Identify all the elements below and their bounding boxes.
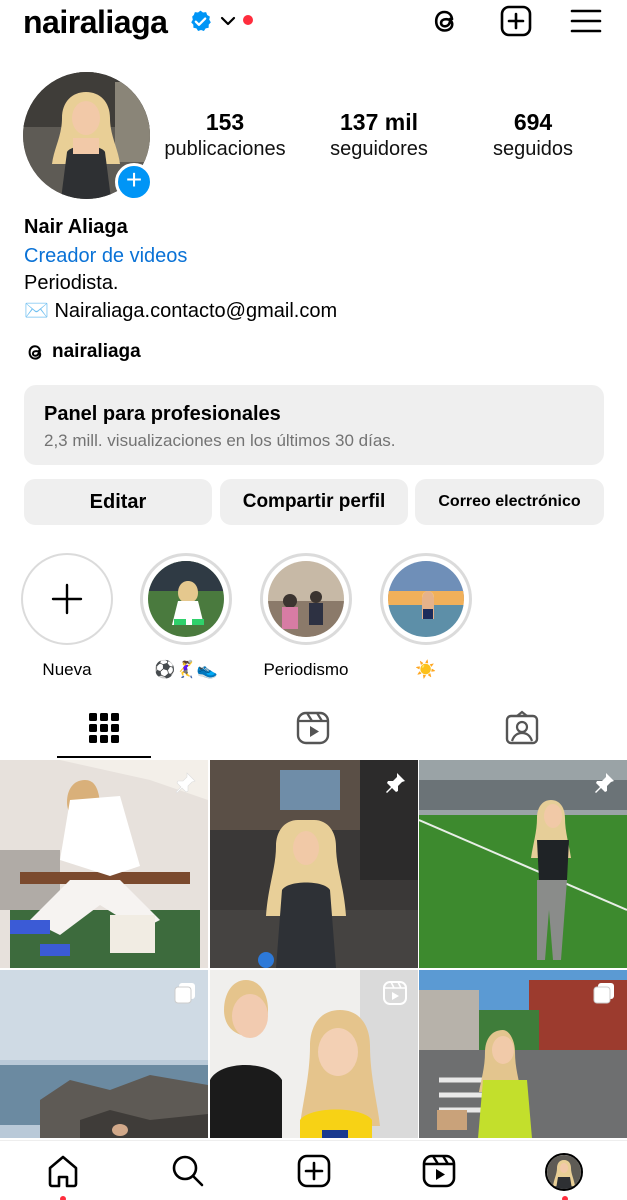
profile-avatar-tab[interactable] <box>545 1153 583 1191</box>
share-profile-button[interactable]: Compartir perfil <box>220 479 408 525</box>
profile-header: nairaliaga <box>0 0 627 50</box>
highlight-label: Nueva <box>42 660 92 679</box>
post-thumbnail[interactable] <box>0 760 208 968</box>
menu-icon[interactable] <box>569 4 603 38</box>
post-thumbnail[interactable] <box>419 970 627 1138</box>
highlight-label: ⚽️🤾‍♀️👟 <box>154 660 218 679</box>
posts-grid <box>0 760 627 1138</box>
post-thumbnail[interactable] <box>419 760 627 968</box>
bio-line-1: Periodista. <box>24 272 119 294</box>
professional-dashboard-title: Panel para profesionales <box>44 403 281 425</box>
profile-avatar-area[interactable]: + <box>23 72 153 201</box>
highlight-periodismo[interactable]: Periodismo <box>260 553 352 680</box>
profile-notification-dot <box>562 1196 568 1200</box>
search-icon[interactable] <box>170 1153 206 1189</box>
pin-icon <box>386 773 405 793</box>
highlight-sports[interactable]: ⚽️🤾‍♀️👟 <box>140 553 232 680</box>
pin-icon <box>175 772 196 794</box>
stat-posts-value: 153 <box>205 109 245 135</box>
pin-icon <box>595 773 614 793</box>
stat-following-label: seguidos <box>492 138 574 160</box>
home-icon[interactable] <box>45 1153 81 1189</box>
stat-followers[interactable]: 137 mil seguidores <box>318 108 440 162</box>
threads-small-icon <box>28 345 42 360</box>
chevron-down-icon[interactable] <box>219 13 237 29</box>
stat-following-value: 694 <box>513 109 553 135</box>
reel-icon <box>383 981 407 1005</box>
verified-badge-icon <box>191 10 211 31</box>
highlight-cover <box>388 561 464 637</box>
carousel-icon <box>593 983 614 1004</box>
bottom-navigation <box>0 1140 627 1200</box>
home-notification-dot <box>60 1196 66 1200</box>
profile-category[interactable]: Creador de videos <box>24 245 187 268</box>
post-thumbnail[interactable] <box>0 970 208 1138</box>
reels-icon[interactable] <box>421 1153 457 1189</box>
highlight-sun[interactable]: ☀️ <box>380 553 472 680</box>
highlight-cover <box>148 561 224 637</box>
professional-dashboard[interactable]: Panel para profesionales 2,3 mill. visua… <box>24 385 604 465</box>
plus-icon <box>51 583 83 615</box>
email-button[interactable]: Correo electrónico <box>415 479 604 525</box>
highlight-new[interactable]: Nueva <box>21 553 113 680</box>
profile-content-tabs <box>0 700 627 760</box>
threads-handle: nairaliaga <box>52 341 141 362</box>
create-icon[interactable] <box>296 1153 332 1189</box>
threads-icon[interactable] <box>428 4 462 38</box>
post-thumbnail[interactable] <box>210 760 418 968</box>
stat-posts[interactable]: 153 publicaciones <box>157 108 293 162</box>
stat-posts-label: publicaciones <box>164 138 286 160</box>
highlight-cover <box>268 561 344 637</box>
active-tab-indicator <box>57 756 151 758</box>
stat-followers-value: 137 mil <box>340 109 418 135</box>
tab-grid-icon[interactable] <box>86 710 122 746</box>
add-story-plus-icon[interactable]: + <box>115 163 153 201</box>
threads-link[interactable]: nairaliaga <box>24 341 141 363</box>
highlight-label: ☀️ <box>415 660 437 679</box>
highlight-new-circle[interactable] <box>21 553 113 645</box>
bio-line-2[interactable]: ✉️ Nairaliaga.contacto@gmail.com <box>24 298 337 323</box>
highlight-label: Periodismo <box>263 660 349 679</box>
edit-profile-button[interactable]: Editar <box>24 479 212 525</box>
notification-dot <box>243 15 253 25</box>
create-post-icon[interactable] <box>499 4 533 38</box>
post-thumbnail[interactable] <box>210 970 418 1138</box>
stat-following[interactable]: 694 seguidos <box>479 108 587 162</box>
profile-username[interactable]: nairaliaga <box>23 4 168 41</box>
tab-reels-icon[interactable] <box>295 710 331 746</box>
stat-followers-label: seguidores <box>330 138 428 160</box>
profile-display-name: Nair Aliaga <box>24 216 128 238</box>
professional-dashboard-subtitle: 2,3 mill. visualizaciones en los últimos… <box>44 431 396 450</box>
carousel-icon <box>174 983 195 1004</box>
tab-tagged-icon[interactable] <box>504 710 540 746</box>
